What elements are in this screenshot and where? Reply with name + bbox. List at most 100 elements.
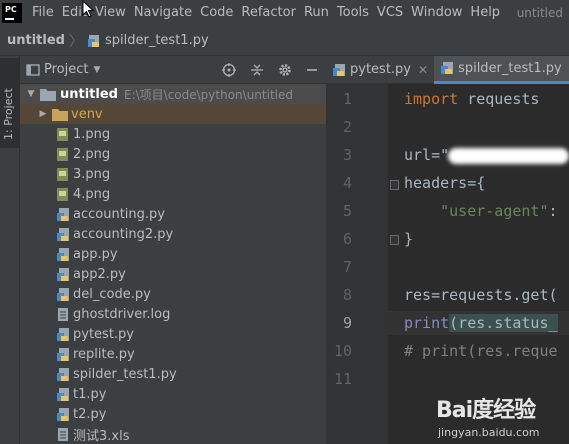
python-file-icon: [57, 267, 69, 281]
hide-panel-icon[interactable]: [306, 63, 318, 77]
tree-item-label: 2.png: [73, 146, 111, 162]
code-line-6: }: [404, 230, 413, 248]
tree-item-file[interactable]: app.py: [20, 244, 326, 264]
code-line-9: print(res.status_: [404, 314, 558, 332]
tree-item-label: app2.py: [73, 266, 126, 282]
tree-item-file[interactable]: 测试3.xls: [20, 424, 326, 444]
project-panel-title[interactable]: Project: [44, 62, 88, 77]
tree-item-file[interactable]: 1.png: [20, 124, 326, 144]
tree-item-file[interactable]: spilder_test1.py: [20, 364, 326, 384]
tree-item-label: 测试3.xls: [73, 428, 130, 444]
chevron-down-icon[interactable]: ▼: [93, 65, 100, 75]
string-literal: "user-agent": [404, 202, 549, 220]
python-file-icon: [57, 247, 69, 261]
tree-item-venv[interactable]: ▶ venv: [20, 104, 326, 124]
tree-item-label: spilder_test1.py: [73, 366, 177, 382]
baidu-jingyan-watermark: Bai度经验 jingyan.baidu.com: [436, 392, 569, 444]
url-assignment: url=": [404, 146, 450, 164]
line-number: 2: [342, 118, 352, 136]
requests-get-call: res=requests.get(: [404, 286, 558, 304]
breadcrumb-separator-icon: 〉: [68, 33, 83, 50]
menu-refactor[interactable]: Refactor: [237, 0, 300, 26]
gear-icon[interactable]: [278, 63, 292, 77]
menu-file[interactable]: File: [28, 0, 58, 26]
breadcrumb-file-label: spilder_test1.py: [104, 33, 209, 48]
tree-item-file[interactable]: app2.py: [20, 264, 326, 284]
python-file-icon: [441, 62, 454, 74]
logo-text: PC: [5, 5, 17, 14]
comment: # print(res.reque: [404, 342, 558, 360]
fold-marker-icon[interactable]: [390, 180, 399, 190]
menu-window[interactable]: Window: [407, 0, 466, 26]
watermark-logo: Bai度经验: [436, 398, 536, 423]
menu-code[interactable]: Code: [196, 0, 237, 26]
close-icon[interactable]: ✕: [418, 63, 428, 77]
python-file-icon: [57, 367, 69, 381]
tab-label: pytest.py: [350, 62, 411, 77]
closing-brace: }: [404, 230, 414, 248]
tree-item-file[interactable]: t1.py: [20, 384, 326, 404]
python-file-icon: [57, 387, 69, 401]
tab-pytest[interactable]: pytest.py ✕: [326, 56, 434, 84]
menu-run[interactable]: Run: [300, 0, 333, 26]
text-file-icon: [58, 307, 68, 321]
tree-item-file[interactable]: ghostdriver.log: [20, 304, 326, 324]
line-number: 10: [333, 342, 352, 360]
module-name: requests: [458, 90, 540, 108]
watermark-url: jingyan.baidu.com: [438, 426, 540, 439]
line-number: 9: [342, 314, 352, 332]
navigation-bar: untitled 〉 spilder_test1.py: [0, 26, 569, 56]
project-panel-header: Project ▼: [20, 56, 326, 84]
tree-item-file[interactable]: accounting.py: [20, 204, 326, 224]
print-args: (res.status_: [449, 314, 558, 332]
pycharm-logo-icon: PC: [2, 3, 22, 23]
menu-tools[interactable]: Tools: [333, 0, 373, 26]
project-tool-tab-label: 1: Project: [2, 88, 15, 140]
tree-root[interactable]: ▼ untitled E:\项目\code\python\untitled: [20, 84, 326, 104]
line-number: 6: [342, 230, 352, 248]
menu-view[interactable]: View: [91, 0, 130, 26]
menu-vcs[interactable]: VCS: [373, 0, 407, 26]
python-file-icon: [57, 327, 69, 341]
python-file-icon: [57, 227, 69, 241]
tree-item-file[interactable]: pytest.py: [20, 324, 326, 344]
expand-arrow-icon[interactable]: ▶: [38, 109, 48, 119]
tree-item-file[interactable]: 2.png: [20, 144, 326, 164]
tree-item-file[interactable]: del_code.py: [20, 284, 326, 304]
tab-label: spilder_test1.py: [458, 60, 562, 76]
tab-spilder-test1[interactable]: spilder_test1.py ✕: [434, 55, 569, 84]
image-file-icon: [57, 187, 68, 201]
tree-item-label: 4.png: [73, 186, 111, 202]
tree-item-file[interactable]: replite.py: [20, 344, 326, 364]
python-file-icon: [87, 34, 99, 47]
window-title: untitled: [516, 6, 563, 20]
tree-item-label: venv: [71, 106, 103, 122]
python-file-icon: [57, 207, 69, 221]
expand-arrow-icon[interactable]: ▼: [26, 89, 36, 99]
tree-item-file[interactable]: accounting2.py: [20, 224, 326, 244]
python-file-icon: [57, 347, 69, 361]
image-file-icon: [57, 127, 68, 141]
scroll-from-source-icon[interactable]: [222, 62, 236, 77]
menu-navigate[interactable]: Navigate: [130, 0, 196, 26]
project-panel: Project ▼ ▼ untitled E:\项目\code\python\u…: [20, 56, 326, 444]
code-line-1: import requests: [404, 90, 539, 108]
menu-help[interactable]: Help: [466, 0, 504, 26]
fold-marker-icon[interactable]: [390, 235, 399, 245]
image-file-icon: [57, 147, 68, 161]
code-editor[interactable]: 1 2 3 4 5 6 7 8 9 10 11 import requests …: [326, 84, 569, 444]
line-number: 8: [342, 286, 352, 304]
code-line-3: url=": [404, 146, 449, 164]
headers-assignment: headers={: [404, 174, 486, 192]
project-tree: ▼ untitled E:\项目\code\python\untitled ▶ …: [20, 84, 326, 444]
folder-icon: [40, 88, 56, 101]
breadcrumb-project[interactable]: untitled: [7, 33, 65, 48]
code-line-10: # print(res.reque: [404, 342, 558, 360]
tree-item-file[interactable]: 4.png: [20, 184, 326, 204]
breadcrumb-file[interactable]: spilder_test1.py: [87, 33, 209, 48]
tree-item-file[interactable]: t2.py: [20, 404, 326, 424]
tree-item-file[interactable]: 3.png: [20, 164, 326, 184]
collapse-all-icon[interactable]: [250, 63, 264, 77]
tree-item-label: t1.py: [73, 386, 107, 402]
mouse-cursor-icon: [82, 0, 94, 18]
